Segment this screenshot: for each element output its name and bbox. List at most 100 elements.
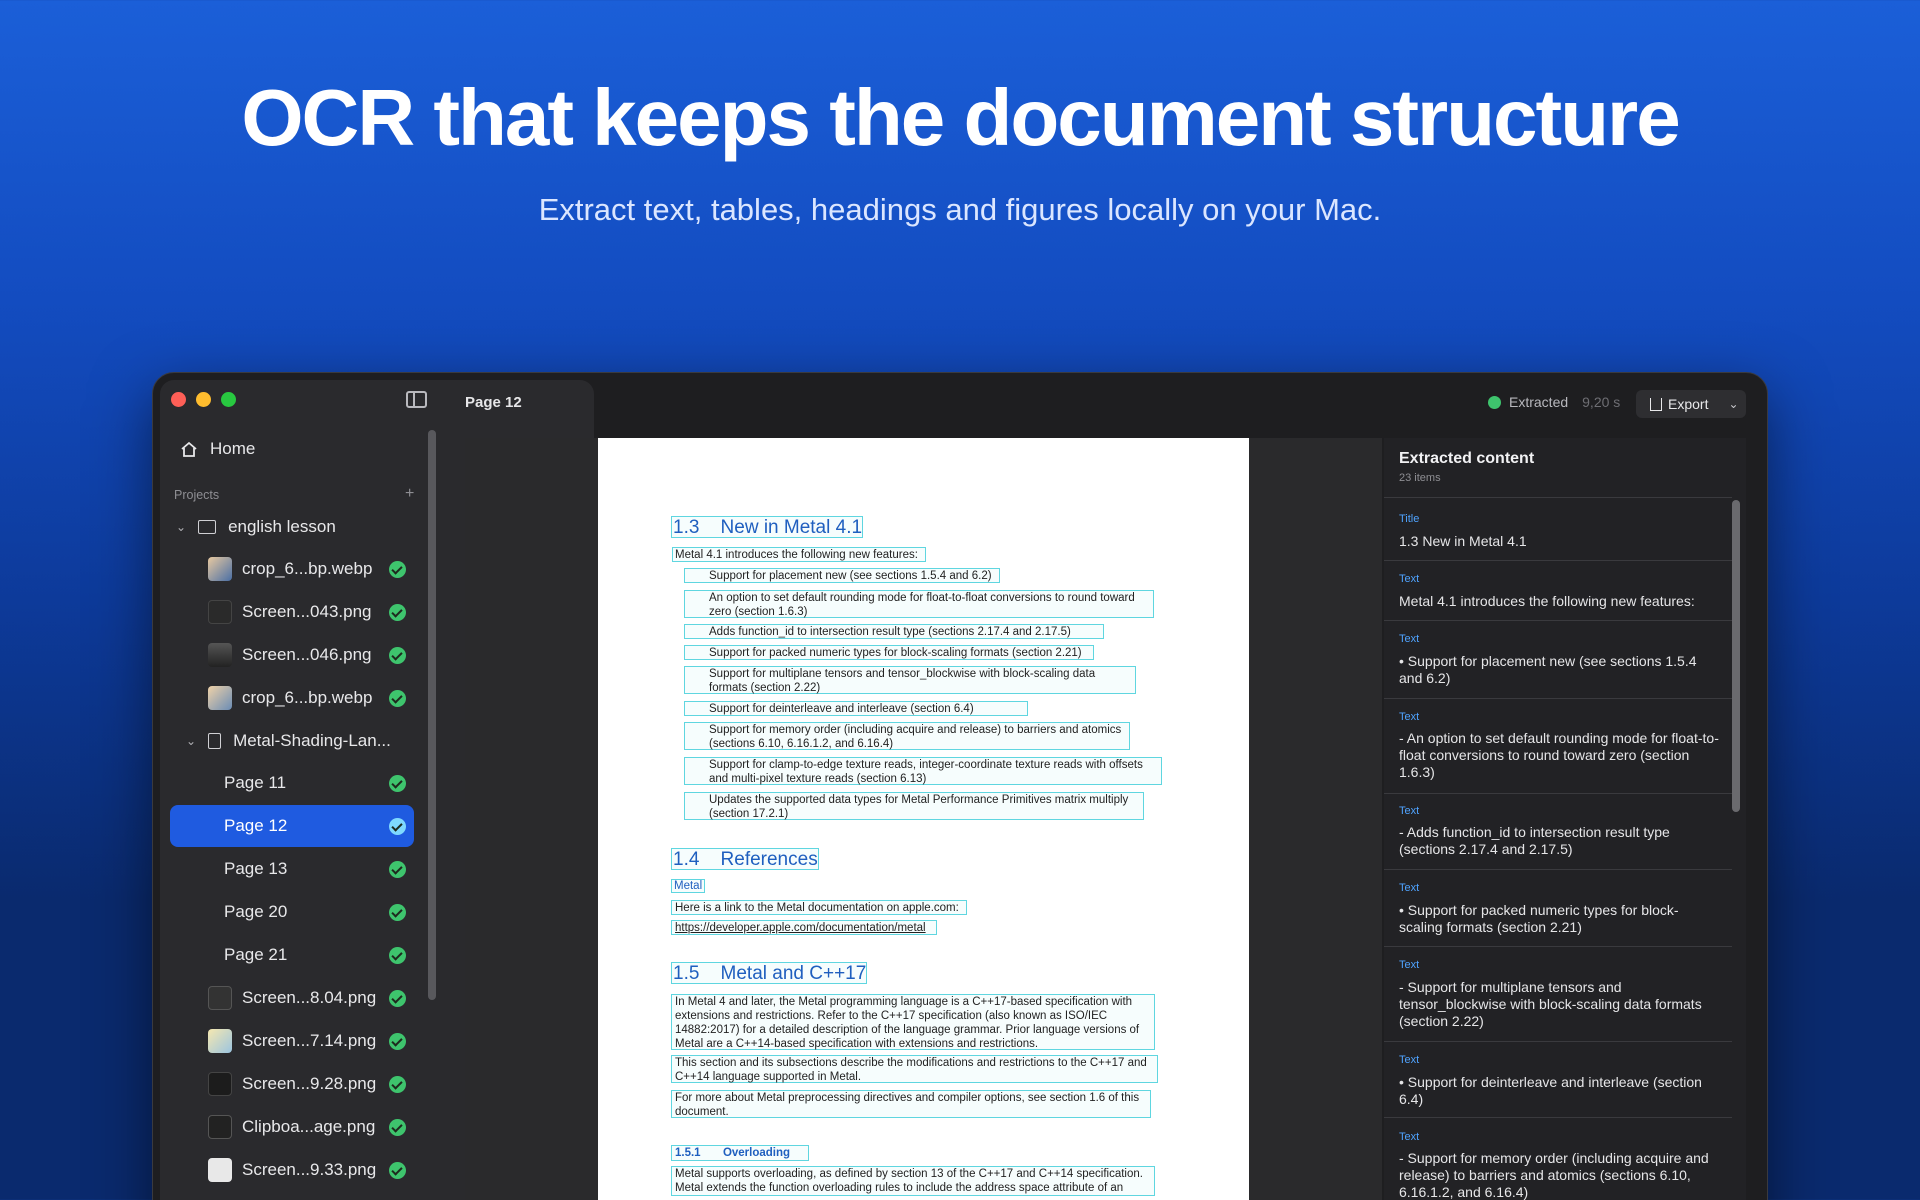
check-icon xyxy=(389,647,406,664)
doc-text: Metal xyxy=(674,880,703,892)
doc-text: Metal 4.1 introduces the following new f… xyxy=(675,549,918,561)
chevron-down-icon[interactable]: ⌄ xyxy=(1728,397,1738,411)
doc-text: Here is a link to the Metal documentatio… xyxy=(675,902,959,914)
sidebar-toggle-icon[interactable] xyxy=(406,391,427,408)
sidebar-scrollbar[interactable] xyxy=(428,430,436,1000)
check-icon xyxy=(389,1119,406,1136)
doc-paragraph: Metal supports overloading, as defined b… xyxy=(675,1168,1143,1194)
hero-subtitle: Extract text, tables, headings and figur… xyxy=(538,192,1382,227)
doc-bullet: Support for clamp-to-edge texture reads,… xyxy=(709,759,1143,785)
item-type: Text xyxy=(1399,573,1420,585)
doc-paragraph: In Metal 4 and later, the Metal programm… xyxy=(675,996,1140,1050)
item-type: Text xyxy=(1399,805,1420,817)
doc-bullet: Adds function_id to intersection result … xyxy=(709,626,1071,638)
check-icon xyxy=(389,1076,406,1093)
status-dot-icon xyxy=(1488,395,1501,409)
status-text: Extracted xyxy=(1509,394,1569,410)
item-text[interactable]: 1.3 New in Metal 4.1 xyxy=(1399,533,1719,550)
divider xyxy=(1384,560,1732,561)
check-icon xyxy=(389,690,406,707)
project-english-lesson[interactable]: ⌄ english lesson xyxy=(176,506,420,548)
item-text[interactable]: - An option to set default rounding mode… xyxy=(1399,730,1719,781)
divider xyxy=(1384,620,1732,621)
check-icon xyxy=(389,1162,406,1179)
doc-paragraph: For more about Metal preprocessing direc… xyxy=(675,1092,1140,1118)
file-item[interactable]: Screen...9.28.png xyxy=(208,1063,452,1105)
doc-link[interactable]: https://developer.apple.com/documentatio… xyxy=(675,921,926,935)
export-button[interactable]: Export ⌄ xyxy=(1636,390,1746,418)
doc-bullet: Support for multiplane tensors and tenso… xyxy=(709,668,1096,694)
doc-bullet: Support for packed numeric types for blo… xyxy=(709,647,1082,659)
item-text[interactable]: • Support for deinterleave and interleav… xyxy=(1399,1074,1719,1108)
divider xyxy=(1384,793,1732,794)
zoom-button[interactable] xyxy=(221,392,236,407)
divider xyxy=(1384,1117,1732,1118)
check-icon xyxy=(389,775,406,792)
divider xyxy=(1384,497,1732,498)
check-icon xyxy=(389,604,406,621)
page-title: Page 12 xyxy=(465,394,522,411)
extracted-count: 23 items xyxy=(1399,472,1441,484)
file-thumbnail xyxy=(208,1115,232,1139)
plus-icon[interactable]: + xyxy=(405,485,414,503)
file-thumbnail xyxy=(208,1029,232,1053)
check-icon xyxy=(389,990,406,1007)
file-thumbnail xyxy=(208,1158,232,1182)
item-text[interactable]: - Support for memory order (including ac… xyxy=(1399,1150,1719,1200)
file-thumbnail xyxy=(208,600,232,624)
divider xyxy=(1384,869,1732,870)
sidebar-home[interactable]: Home xyxy=(180,428,424,470)
file-item[interactable]: crop_6...bp.webp xyxy=(208,677,452,719)
item-text[interactable]: • Support for placement new (see section… xyxy=(1399,653,1719,687)
check-icon xyxy=(389,1033,406,1050)
file-thumbnail xyxy=(208,1072,232,1096)
item-type: Text xyxy=(1399,711,1420,723)
doc-bullet: Support for memory order (including acqu… xyxy=(709,724,1122,750)
item-text[interactable]: Metal 4.1 introduces the following new f… xyxy=(1399,593,1719,610)
file-thumbnail xyxy=(208,643,232,667)
item-text[interactable]: - Support for multiplane tensors and ten… xyxy=(1399,979,1719,1030)
item-type: Text xyxy=(1399,1054,1420,1066)
panel-scrollbar[interactable] xyxy=(1732,500,1740,812)
item-type: Text xyxy=(1399,959,1420,971)
duration-text: 9,20 s xyxy=(1582,394,1621,410)
item-type: Text xyxy=(1399,882,1420,894)
divider xyxy=(1384,1041,1732,1042)
doc-paragraph: This section and its subsections describ… xyxy=(675,1057,1147,1083)
minimize-button[interactable] xyxy=(196,392,211,407)
file-item[interactable]: Screen...8.04.png xyxy=(208,977,452,1019)
item-type: Title xyxy=(1399,513,1420,525)
doc-heading: 1.5.1 Overloading xyxy=(675,1147,791,1159)
file-item[interactable]: Clipboa...age.png xyxy=(208,1106,452,1148)
divider xyxy=(1384,946,1732,947)
close-button[interactable] xyxy=(171,392,186,407)
file-item[interactable]: Screen...7.14.png xyxy=(208,1020,452,1062)
item-text[interactable]: • Support for packed numeric types for b… xyxy=(1399,902,1719,936)
extracted-title: Extracted content xyxy=(1399,450,1535,467)
file-thumbnail xyxy=(208,686,232,710)
file-item[interactable]: Screen...043.png xyxy=(208,591,452,633)
file-thumbnail xyxy=(208,986,232,1010)
status-indicator: Extracted 9,20 s xyxy=(1488,394,1620,410)
item-text[interactable]: - Adds function_id to intersection resul… xyxy=(1399,824,1719,858)
doc-bullet: Updates the supported data types for Met… xyxy=(709,794,1129,820)
check-icon xyxy=(389,947,406,964)
share-icon xyxy=(1650,397,1662,411)
export-label: Export xyxy=(1668,396,1709,412)
file-thumbnail xyxy=(208,557,232,581)
home-label: Home xyxy=(210,439,256,458)
doc-bullet: Support for placement new (see sections … xyxy=(709,570,992,582)
doc-heading: 1.4 References xyxy=(673,849,818,870)
projects-label: Projects xyxy=(174,488,220,502)
file-item[interactable]: crop_6...bp.webp xyxy=(208,548,452,590)
file-item[interactable]: Screen...046.png xyxy=(208,634,452,676)
chevron-down-icon[interactable]: ⌄ xyxy=(186,734,196,748)
doc-bullet: An option to set default rounding mode f… xyxy=(709,592,1135,618)
chevron-down-icon[interactable]: ⌄ xyxy=(176,520,186,534)
document-item[interactable]: ⌄ Metal-Shading-Lan... xyxy=(186,720,430,762)
file-item[interactable]: Screen...9.33.png xyxy=(208,1149,452,1191)
folder-icon xyxy=(198,520,217,534)
divider xyxy=(1384,698,1732,699)
item-type: Text xyxy=(1399,1131,1420,1143)
doc-bullet: Support for deinterleave and interleave … xyxy=(709,703,974,715)
